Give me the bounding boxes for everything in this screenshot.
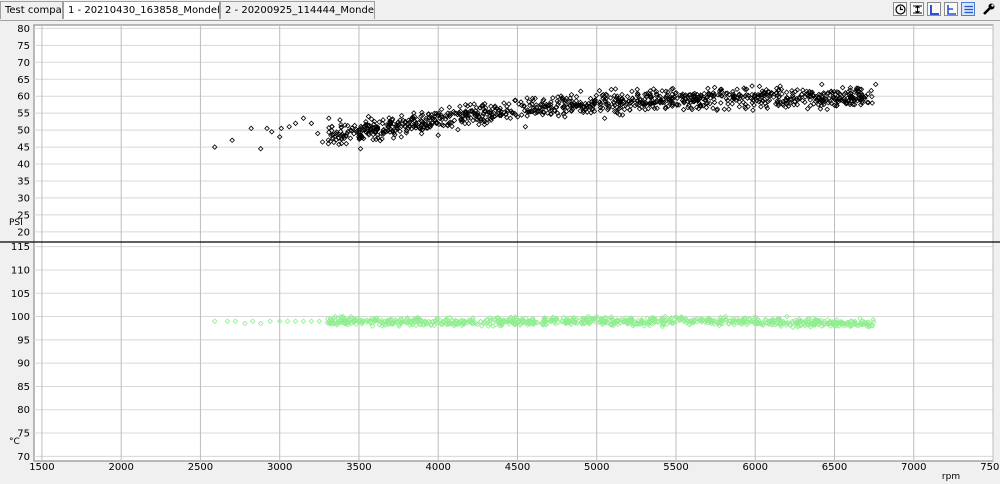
tab-test-compare[interactable]: Test compare [0, 1, 63, 19]
y-tick-label: 110 [11, 265, 30, 276]
x-tick-label: 5500 [663, 462, 688, 473]
y-tick-label: 85 [17, 382, 30, 393]
y-tick-label: 95 [17, 335, 30, 346]
y-tick-label: 115 [11, 242, 30, 253]
y-tick-label: 70 [17, 58, 30, 69]
document-tab-bar: Test compare 1 - 20210430_163858_Mondell… [0, 0, 1000, 21]
chart: 20253035404550556065707580PSI70758085909… [0, 24, 1000, 482]
x-tick-label: 6000 [743, 462, 768, 473]
x-tick-label: 2000 [108, 462, 133, 473]
y-tick-label: 35 [17, 176, 30, 187]
y-tick-label: 105 [11, 289, 30, 300]
y-unit-label: PSI [9, 218, 23, 228]
stacked-axis-icon[interactable] [944, 2, 958, 16]
x-tick-label: 6500 [822, 462, 847, 473]
y-tick-label: 80 [17, 405, 30, 416]
y-tick-label: 90 [17, 359, 30, 370]
x-tick-label: 3000 [267, 462, 292, 473]
y-unit-label: °C [9, 437, 20, 447]
y-tick-label: 30 [17, 193, 30, 204]
tab-label: Test compare [5, 5, 62, 16]
axis-icon[interactable] [927, 2, 941, 16]
wrench-icon[interactable] [982, 2, 996, 16]
x-tick-label: 1500 [29, 462, 54, 473]
x-tick-label: 7000 [901, 462, 926, 473]
y-tick-label: 50 [17, 126, 30, 137]
x-tick-label: 4500 [505, 462, 530, 473]
y-tick-label: 40 [17, 160, 30, 171]
clock-icon[interactable] [893, 2, 907, 16]
tab-label: 2 - 20200925_114444_Mondello Int [225, 5, 375, 16]
x-tick-label: 4000 [425, 462, 450, 473]
x-tick-label: 2500 [188, 462, 213, 473]
overlay-icon[interactable] [961, 2, 975, 16]
x-tick-label: 7500 [980, 462, 1000, 473]
x-unit-label: rpm [942, 472, 960, 482]
tab-run-1[interactable]: 1 - 20210430_163858_Mondello Int⌘ [63, 1, 220, 19]
tab-label: 1 - 20210430_163858_Mondello Int [68, 5, 220, 16]
y-tick-label: 65 [17, 75, 30, 86]
y-tick-label: 80 [17, 24, 30, 35]
x-tick-label: 3500 [346, 462, 371, 473]
x-tick-label: 5000 [584, 462, 609, 473]
y-tick-label: 100 [11, 312, 30, 323]
y-tick-label: 75 [17, 41, 30, 52]
tab-run-2[interactable]: 2 - 20200925_114444_Mondello Int⌘ [220, 1, 375, 19]
y-tick-label: 55 [17, 109, 30, 120]
y-tick-label: 45 [17, 143, 30, 154]
y-tick-label: 60 [17, 92, 30, 103]
y-tick-label: 20 [17, 227, 30, 238]
y-tick-label: 70 [17, 452, 30, 463]
fit-icon[interactable] [910, 2, 924, 16]
